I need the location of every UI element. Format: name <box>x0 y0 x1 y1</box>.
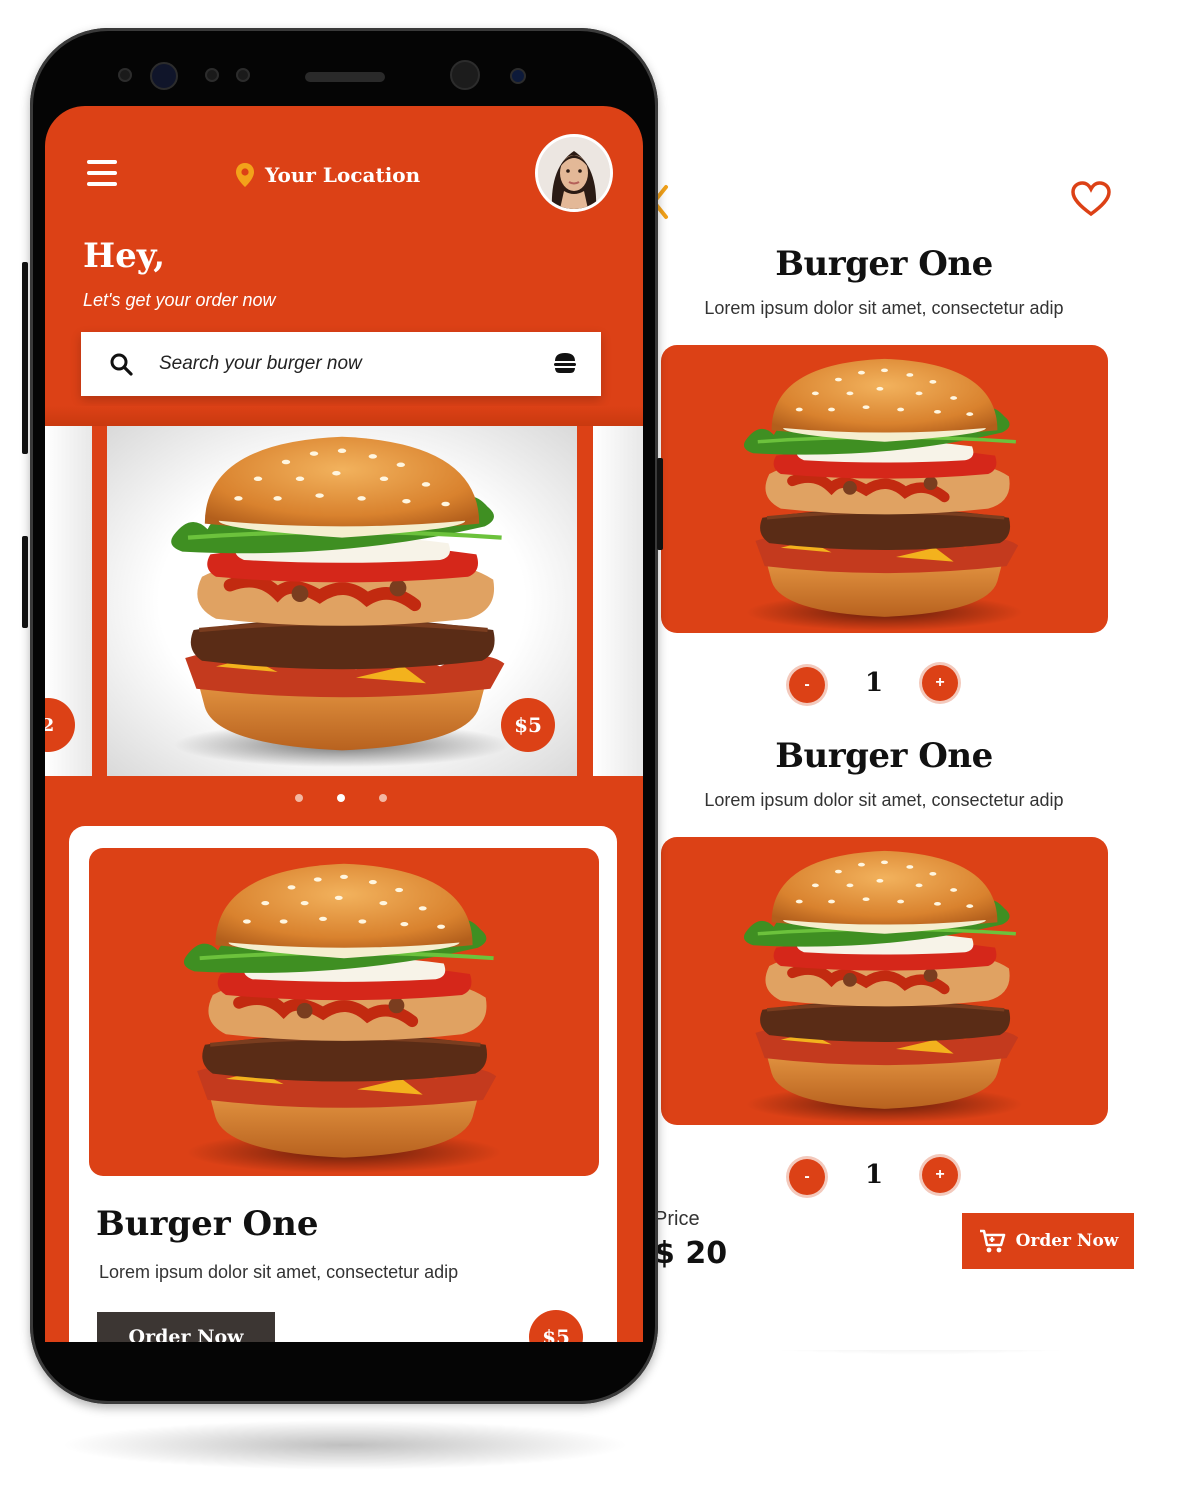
cart-icon <box>979 1229 1005 1253</box>
hamburger-menu-icon[interactable] <box>87 160 117 186</box>
slide-price-badge: $5 <box>501 698 555 752</box>
header-band <box>45 406 643 426</box>
detail-burger-image <box>661 837 1108 1125</box>
bixby-button <box>22 536 28 628</box>
increase-quantity-button[interactable]: + <box>922 1157 958 1193</box>
carousel-dot[interactable] <box>379 794 387 802</box>
detail-item-title: Burger One <box>775 736 993 776</box>
burger-filter-icon[interactable] <box>553 352 577 374</box>
phone-shadow <box>60 1420 630 1470</box>
total-price: $ 20 <box>654 1236 728 1271</box>
order-now-label: Order Now <box>1015 1231 1119 1251</box>
earpiece-speaker <box>305 72 385 82</box>
power-button <box>657 458 663 550</box>
search-input[interactable] <box>159 346 539 382</box>
search-bar <box>81 332 601 396</box>
product-card[interactable]: Burger One Lorem ipsum dolor sit amet, c… <box>69 826 617 1342</box>
decrease-quantity-button[interactable]: - <box>789 1159 825 1195</box>
product-price-badge: $5 <box>529 1310 583 1342</box>
product-image <box>89 848 599 1176</box>
sensor-icon <box>205 68 219 82</box>
carousel-dot[interactable] <box>295 794 303 802</box>
increase-quantity-button[interactable]: + <box>922 665 958 701</box>
carousel-pagination <box>295 794 387 802</box>
greeting-subtitle: Let's get your order now <box>83 290 276 310</box>
iris-scanner-icon <box>150 62 178 90</box>
carousel-slide-next[interactable] <box>593 426 643 776</box>
order-now-button[interactable]: Order Now <box>962 1213 1134 1269</box>
detail-item-title: Burger One <box>775 244 993 284</box>
detail-item-description: Lorem ipsum dolor sit amet, consectetur … <box>704 298 1064 318</box>
greeting-title: Hey, <box>83 236 166 276</box>
location-selector[interactable]: Your Location <box>235 162 420 188</box>
front-camera-icon <box>450 60 480 90</box>
decrease-quantity-button[interactable]: - <box>789 667 825 703</box>
sensor-icon <box>510 68 526 84</box>
location-label: Your Location <box>265 163 421 187</box>
sensor-icon <box>236 68 250 82</box>
product-description: Lorem ipsum dolor sit amet, consectetur … <box>99 1262 459 1282</box>
location-pin-icon <box>236 163 254 187</box>
detail-burger-image <box>661 345 1108 633</box>
order-now-button[interactable]: Order Now <box>97 1312 275 1342</box>
search-icon[interactable] <box>109 352 133 376</box>
user-avatar[interactable] <box>535 134 613 212</box>
volume-button <box>22 262 28 454</box>
sensor-icon <box>118 68 132 82</box>
favorite-heart-icon[interactable] <box>1070 180 1112 218</box>
detail-item-description: Lorem ipsum dolor sit amet, consectetur … <box>704 790 1064 810</box>
product-title: Burger One <box>96 1204 319 1244</box>
quantity-value: 1 <box>864 668 884 698</box>
quantity-value: 1 <box>864 1160 884 1190</box>
home-screen: Your Location Hey, Let's get your order … <box>45 106 643 1342</box>
price-label: Price <box>654 1208 700 1230</box>
carousel-dot-active[interactable] <box>337 794 345 802</box>
